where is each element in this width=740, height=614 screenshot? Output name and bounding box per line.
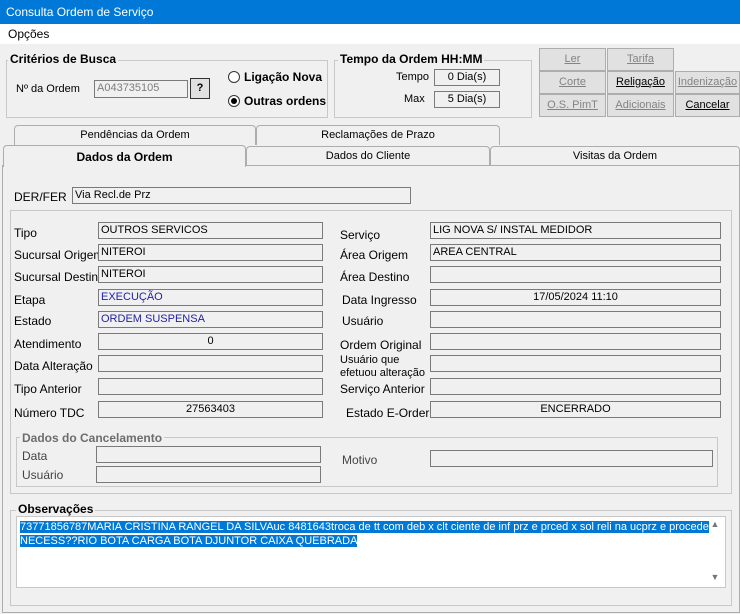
motivo-label: Motivo (342, 453, 378, 467)
tipo-anterior-label: Tipo Anterior (14, 382, 82, 396)
ordem-label: Nº da Ordem (16, 83, 80, 95)
radio-ligacao-nova[interactable] (228, 71, 240, 83)
tab-reclamacoes[interactable]: Reclamações de Prazo (256, 125, 500, 145)
cancelamento-title: Dados do Cancelamento (20, 431, 165, 445)
sucursal-destino-label: Sucursal Destino (14, 270, 105, 284)
tempo-group (334, 60, 532, 118)
tarifa-button[interactable]: Tarifa (607, 48, 674, 71)
area-origem-label: Área Origem (340, 248, 409, 262)
servico-anterior-label: Serviço Anterior (340, 382, 425, 396)
usuario-alteracao-field (430, 355, 721, 372)
ordem-original-label: Ordem Original (340, 338, 422, 352)
cancel-usuario-label: Usuário (22, 468, 64, 482)
servico-field: LIG NOVA S/ INSTAL MEDIDOR (430, 222, 721, 239)
etapa-label: Etapa (14, 293, 46, 307)
cancelar-button[interactable]: Cancelar (675, 94, 740, 117)
usuario-alteracao-label-1: Usuário que (340, 354, 400, 366)
ordem-lookup-button[interactable]: ? (190, 78, 210, 99)
menu-opcoes[interactable]: Opções (8, 27, 49, 41)
der-fer-label: DER/FER (14, 190, 67, 204)
tempo-title: Tempo da Ordem HH:MM (338, 52, 485, 66)
sucursal-origem-label: Sucursal Origem (14, 248, 104, 262)
adicionais-button[interactable]: Adicionais (607, 94, 674, 117)
tipo-label: Tipo (14, 226, 37, 240)
tab-pendencias[interactable]: Pendências da Ordem (14, 125, 256, 145)
area-origem-field: AREA CENTRAL (430, 244, 721, 261)
ordem-original-field (430, 333, 721, 350)
tempo-label: Tempo (396, 71, 430, 83)
observacoes-line-2: NECESS??RIO BOTA CARGA BOTA DJUNTOR CAIX… (20, 535, 358, 547)
criterios-title: Critérios de Busca (8, 52, 119, 66)
max-value: 5 Dia(s) (434, 91, 500, 108)
menu-bar: Opções (0, 24, 740, 44)
os-pimt-button[interactable]: O.S. PimT (539, 94, 606, 117)
motivo-field (430, 450, 713, 467)
estado-eorder-field: ENCERRADO (430, 401, 721, 418)
window-title: Consulta Ordem de Serviço (0, 0, 740, 24)
max-label: Max (404, 93, 425, 105)
numero-tdc-label: Número TDC (14, 406, 85, 420)
cancel-data-field (96, 446, 321, 463)
estado-label: Estado (14, 314, 52, 328)
numero-tdc-field: 27563403 (98, 401, 323, 418)
ler-button[interactable]: Ler (539, 48, 606, 71)
tab-dados-ordem[interactable]: Dados da Ordem (3, 145, 246, 167)
radio-outras-ordens[interactable] (228, 95, 240, 107)
data-ingresso-field: 17/05/2024 11:10 (430, 289, 721, 306)
tempo-value: 0 Dia(s) (434, 69, 500, 86)
corte-button[interactable]: Corte (539, 71, 606, 94)
tab-dados-cliente[interactable]: Dados do Cliente (246, 146, 490, 165)
tipo-anterior-field (98, 378, 323, 395)
usuario-field (430, 311, 721, 328)
indenizacao-button[interactable]: Indenização (675, 71, 740, 94)
area-destino-label: Área Destino (340, 270, 410, 284)
estado-eorder-label: Estado E-Order (346, 406, 430, 420)
sucursal-origem-field: NITEROI (98, 244, 323, 261)
usuario-alteracao-label-2: efetuou alteração (340, 367, 426, 379)
etapa-field: EXECUÇÃO (98, 289, 323, 306)
radio-ligacao-label: Ligação Nova (244, 70, 323, 84)
data-alteracao-field (98, 355, 323, 372)
ordem-input[interactable]: A043735105 (94, 80, 188, 98)
area-destino-field (430, 266, 721, 283)
der-fer-field: Via Recl.de Prz (72, 187, 411, 204)
data-ingresso-label: Data Ingresso (342, 293, 417, 307)
atendimento-label: Atendimento (14, 337, 82, 351)
observacoes-textarea[interactable]: 73771856787MARIA CRISTINA RANGEL DA SILV… (16, 516, 726, 588)
servico-anterior-field (430, 378, 721, 395)
observacoes-title: Observações (16, 502, 96, 516)
estado-field: ORDEM SUSPENSA (98, 311, 323, 328)
tipo-field: OUTROS SERVICOS (98, 222, 323, 239)
sucursal-destino-field: NITEROI (98, 266, 323, 283)
religacao-button[interactable]: Religação (607, 71, 674, 94)
usuario-label: Usuário (342, 314, 384, 328)
tab-visitas[interactable]: Visitas da Ordem (490, 146, 740, 165)
radio-outras-label: Outras ordens (244, 94, 327, 108)
scroll-up-icon[interactable]: ▲ (708, 519, 722, 529)
observacoes-line-1: 73771856787MARIA CRISTINA RANGEL DA SILV… (20, 521, 709, 533)
scroll-down-icon[interactable]: ▼ (708, 572, 722, 582)
atendimento-field: 0 (98, 333, 323, 350)
cancel-data-label: Data (22, 449, 48, 463)
servico-label: Serviço (340, 228, 381, 242)
cancel-usuario-field (96, 466, 321, 483)
data-alteracao-label: Data Alteração (14, 359, 93, 373)
